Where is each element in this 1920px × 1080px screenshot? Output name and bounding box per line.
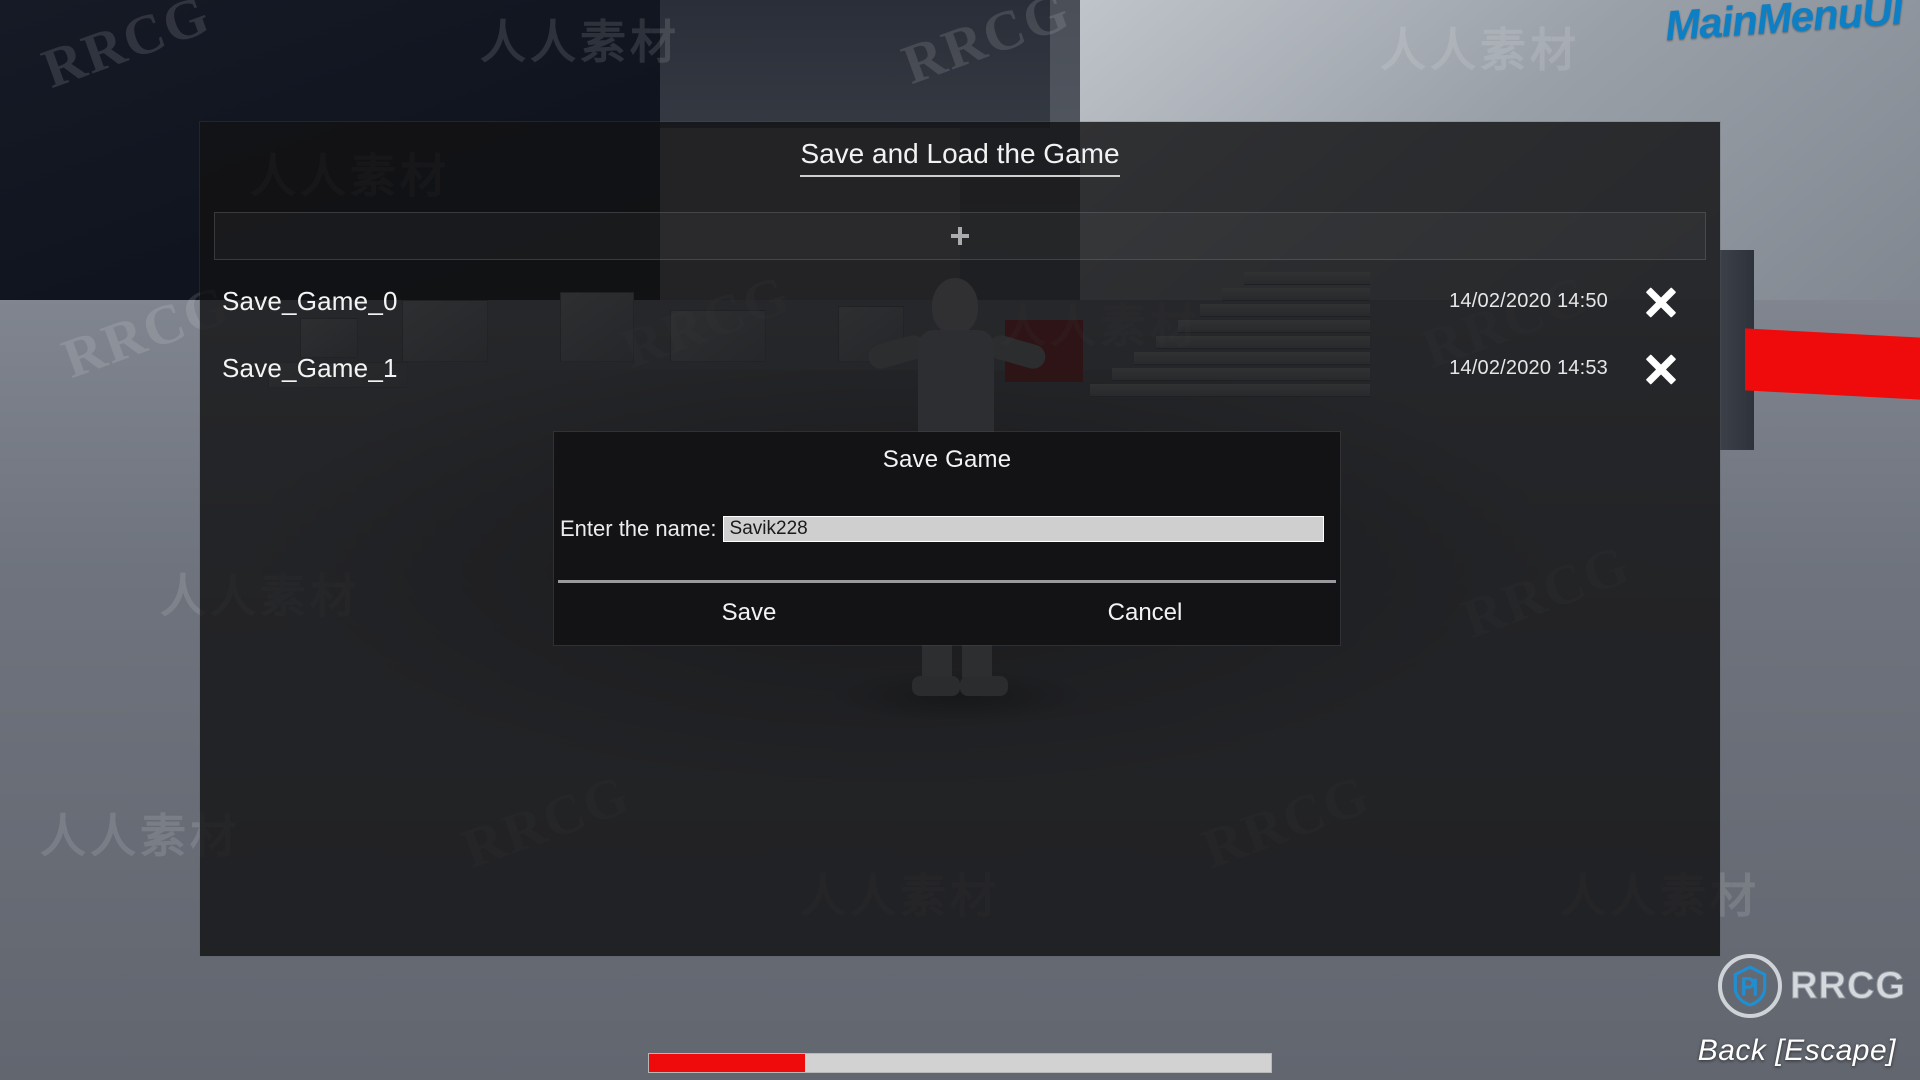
rrcg-logo-mark <box>1718 954 1783 1018</box>
save-slot-date: 14/02/2020 14:53 <box>1449 357 1608 379</box>
save-slot-name: Save_Game_0 <box>222 286 398 316</box>
scene-red-block <box>1745 328 1920 400</box>
name-field-row: Enter the name: <box>554 516 1340 542</box>
dialog-title: Save Game <box>882 446 1012 473</box>
health-bar-fill <box>649 1054 805 1072</box>
save-slot-date: 14/02/2020 14:50 <box>1449 290 1608 312</box>
table-row[interactable]: Save_Game_0 14/02/2020 14:50 <box>200 268 1720 335</box>
save-button[interactable]: Save <box>558 587 940 639</box>
rrcg-logo: RRCG <box>1718 954 1906 1018</box>
save-game-dialog: Save Game Enter the name: Save Cancel <box>554 432 1340 645</box>
close-icon[interactable] <box>1644 352 1678 386</box>
shield-icon <box>1733 965 1767 1007</box>
rrcg-logo-text: RRCG <box>1790 964 1906 1007</box>
close-icon[interactable] <box>1644 285 1678 319</box>
back-hint-label: Back [Escape] <box>1697 1034 1896 1067</box>
save-name-input[interactable] <box>722 516 1324 542</box>
save-slot-name: Save_Game_1 <box>222 353 398 383</box>
health-bar <box>648 1053 1272 1073</box>
page-title: Save and Load the Game <box>800 138 1120 178</box>
save-slot-list: Save_Game_0 14/02/2020 14:50 Save_Game_1… <box>200 268 1720 402</box>
name-field-label: Enter the name: <box>560 516 717 541</box>
cancel-button[interactable]: Cancel <box>954 587 1336 639</box>
plus-icon <box>949 225 971 247</box>
add-new-save-button[interactable] <box>214 212 1706 260</box>
panel-title-wrap: Save and Load the Game <box>200 122 1720 194</box>
table-row[interactable]: Save_Game_1 14/02/2020 14:53 <box>200 335 1720 402</box>
dialog-button-row: Save Cancel <box>558 587 1336 639</box>
dialog-divider <box>558 580 1336 583</box>
